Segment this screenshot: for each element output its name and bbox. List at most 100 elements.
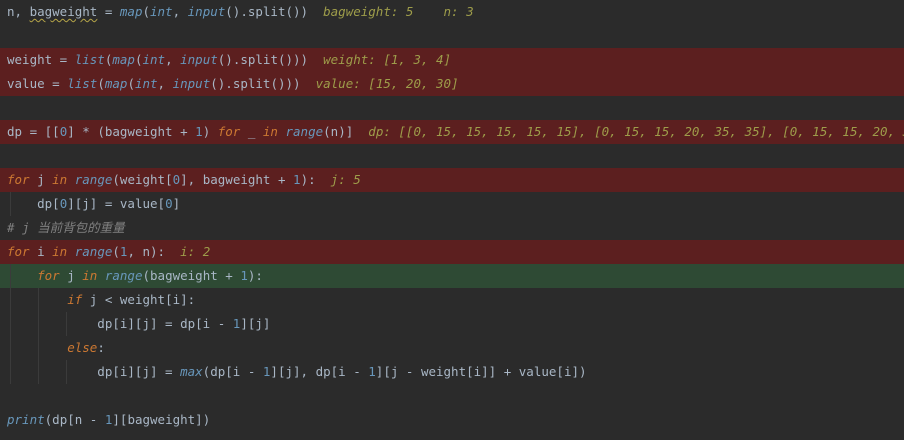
code-token: input [180,52,218,67]
inline-debug-value: i: 2 [180,244,211,259]
indent-guide [38,336,39,360]
indent-guide [38,288,39,312]
code-token: j < weight[i]: [82,292,196,307]
code-token: ][j], dp[i - [270,364,369,379]
code-token: 0 [172,172,181,187]
indent-guide [10,360,11,384]
code-token: ().split())) [217,52,324,67]
code-token: in [82,268,98,283]
code-token: weight = [7,52,75,67]
code-token: ().split()) [225,4,324,19]
code-token: bagweight [29,4,98,19]
code-token: , [172,4,188,19]
code-token: ( [127,76,135,91]
code-token: _ [240,124,263,139]
code-token: map [104,76,128,91]
code-line-17[interactable] [0,384,904,408]
code-editor[interactable]: n, bagweight = map(int, input().split())… [0,0,904,440]
code-token: ( [142,4,150,19]
code-token: (dp[n - [44,412,105,427]
code-token: (weight[ [112,172,173,187]
code-line-6[interactable]: dp = [[0] * (bagweight + 1) for _ in ran… [0,120,904,144]
code-line-5[interactable] [0,96,904,120]
code-token: max [180,364,203,379]
code-line-10[interactable]: # j 当前背包的重量 [0,216,904,240]
indent-guide [10,264,11,288]
code-token: input [187,4,226,19]
code-token: ) [202,124,218,139]
code-line-7[interactable] [0,144,904,168]
code-token: dp[ [7,196,60,211]
code-token: dp[i][j] = [7,364,181,379]
code-token: int [142,52,166,67]
code-line-12[interactable]: for j in range(bagweight + 1): [0,264,904,288]
code-token: for [7,244,30,259]
inline-debug-value: bagweight: 5 n: 3 [323,4,474,19]
code-line-1[interactable]: n, bagweight = map(int, input().split())… [0,0,904,24]
code-line-16[interactable]: dp[i][j] = max(dp[i - 1][j], dp[i - 1][j… [0,360,904,384]
code-token: input [172,76,211,91]
code-token: ( [97,76,105,91]
code-token: range [285,124,324,139]
code-token: in [262,124,278,139]
indent-guide [38,360,39,384]
code-token: ], bagweight + [180,172,294,187]
code-line-2[interactable] [0,24,904,48]
code-line-11[interactable]: for i in range(1, n): i: 2 [0,240,904,264]
inline-debug-value: dp: [[0, 15, 15, 15, 15, 15], [0, 15, 15… [368,124,904,139]
code-token: int [150,4,173,19]
code-token: value = [7,76,68,91]
code-token: n, [7,4,30,19]
code-token: 1 [368,364,376,379]
code-token: ][j] [240,316,271,331]
code-token: , [165,52,181,67]
indent-guide [66,312,67,336]
code-token: list [74,52,105,67]
code-line-15[interactable]: else: [0,336,904,360]
code-token: in [52,244,68,259]
code-line-3[interactable]: weight = list(map(int, input().split()))… [0,48,904,72]
code-token: list [67,76,98,91]
indent-guide [10,312,11,336]
code-token: ): [300,172,331,187]
code-token: dp[i][j] = dp[i - [7,316,233,331]
code-token: for [7,172,30,187]
code-token: : [97,340,105,355]
code-token: if [67,292,83,307]
code-token: # j 当前背包的重量 [7,220,125,235]
code-token: ( [112,244,120,259]
indent-guide [10,192,11,216]
code-token: 1 [293,172,301,187]
inline-debug-value: weight: [1, 3, 4] [323,52,452,67]
code-token: = [97,4,120,19]
code-token: (bagweight + [142,268,241,283]
code-token: ][j] = value[ [67,196,166,211]
code-token: (dp[i - [202,364,263,379]
code-token: (n)] [323,124,369,139]
code-token: ] * (bagweight + [67,124,196,139]
code-token: ().split())) [210,76,316,91]
code-line-4[interactable]: value = list(map(int, input().split())) … [0,72,904,96]
code-line-13[interactable]: if j < weight[i]: [0,288,904,312]
code-token: ][j - weight[i]] + value[i]) [375,364,587,379]
code-line-8[interactable]: for j in range(weight[0], bagweight + 1)… [0,168,904,192]
code-line-18[interactable]: print(dp[n - 1][bagweight]) [0,408,904,432]
inline-debug-value: value: [15, 20, 30] [315,76,459,91]
code-token: for [37,268,60,283]
code-token: map [119,4,143,19]
code-line-14[interactable]: dp[i][j] = dp[i - 1][j] [0,312,904,336]
code-token: int [134,76,158,91]
code-token: for [217,124,241,139]
code-token: ][bagweight]) [112,412,211,427]
code-token: 0 [165,196,173,211]
code-line-9[interactable]: dp[0][j] = value[0] [0,192,904,216]
code-token: 1 [240,268,248,283]
code-token: range [74,244,113,259]
indent-guide [10,288,11,312]
code-token: ] [172,196,181,211]
code-token: 1 [195,124,203,139]
